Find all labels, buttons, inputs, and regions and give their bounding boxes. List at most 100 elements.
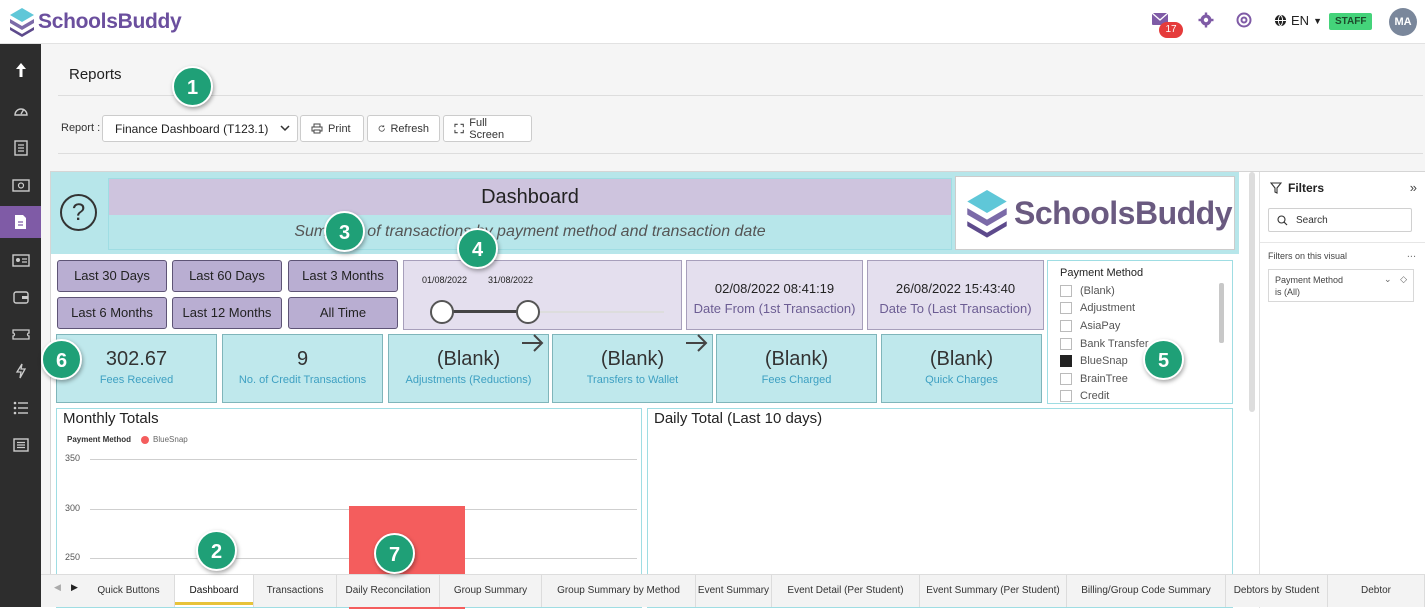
sidebar-item-up[interactable] — [0, 54, 41, 86]
checkbox[interactable] — [1060, 319, 1072, 332]
legend-title: Payment Method — [67, 435, 132, 444]
kpi-label: No. of Credit Transactions — [238, 374, 367, 386]
sidebar-item-reports[interactable] — [0, 206, 41, 238]
page-title: Reports — [69, 66, 122, 83]
date-from-card: 02/08/2022 08:41:19 Date From (1st Trans… — [686, 260, 863, 330]
search-placeholder: Search — [1296, 214, 1328, 226]
checkbox[interactable] — [1060, 284, 1072, 297]
last-60-days-button[interactable]: Last 60 Days — [172, 260, 282, 292]
language-selector[interactable]: EN ▼ — [1274, 13, 1322, 28]
last-12-months-button[interactable]: Last 12 Months — [172, 297, 282, 329]
checkbox[interactable] — [1060, 302, 1072, 315]
kpi-value: (Blank) — [764, 348, 829, 370]
payment-method-option[interactable]: Bank Transfer — [1060, 335, 1220, 353]
help-icon[interactable]: ? — [60, 194, 97, 231]
all-time-button[interactable]: All Time — [288, 297, 398, 329]
app-logo[interactable]: SchoolsBuddy — [8, 6, 182, 38]
tab-event-summary[interactable]: Event Summary — [696, 575, 772, 607]
collapse-icon[interactable]: » — [1410, 180, 1417, 195]
tab-dashboard[interactable]: Dashboard — [175, 575, 254, 607]
tab-debtor[interactable]: Debtor — [1328, 575, 1425, 607]
filters-search-input[interactable]: Search — [1268, 208, 1412, 232]
sidebar-item-tickets[interactable] — [0, 318, 41, 350]
kpi-fees-received: 302.67 Fees Received — [56, 334, 217, 403]
filters-section-label: Filters on this visual — [1268, 251, 1348, 261]
printer-icon — [311, 123, 323, 134]
payment-method-label: Adjustment — [1080, 302, 1136, 315]
checkbox[interactable] — [1060, 390, 1072, 403]
payment-method-option[interactable]: Adjustment — [1060, 300, 1220, 318]
y-tick-label: 250 — [65, 552, 81, 562]
kpi-label: Fees Charged — [761, 374, 832, 386]
search-icon — [1277, 214, 1288, 225]
arrow-right-icon[interactable] — [684, 332, 710, 354]
legend-item-bluesnap[interactable]: BlueSnap — [153, 435, 188, 444]
more-options-icon[interactable]: ... — [1407, 248, 1416, 260]
tab-billing-group-code-summary[interactable]: Billing/Group Code Summary — [1067, 575, 1226, 607]
last-3-months-button[interactable]: Last 3 Months — [288, 260, 398, 292]
slider-end-handle[interactable] — [516, 300, 540, 324]
filter-icon — [1270, 182, 1282, 194]
slider-end-date: 31/08/2022 — [488, 275, 534, 285]
chevron-down-icon[interactable]: ⌄ — [1384, 274, 1392, 284]
wallet-icon — [12, 291, 29, 304]
payment-method-option[interactable]: BrainTree — [1060, 370, 1220, 388]
tab-scroll-right-icon[interactable]: ▶ — [71, 582, 78, 593]
checkbox[interactable] — [1060, 355, 1072, 368]
tab-scroll-left-icon[interactable]: ◀ — [54, 582, 61, 593]
last-30-days-button[interactable]: Last 30 Days — [57, 260, 167, 292]
tab-transactions[interactable]: Transactions — [254, 575, 337, 607]
arrow-right-icon[interactable] — [520, 332, 546, 354]
tab-quick-buttons[interactable]: Quick Buttons — [83, 575, 175, 607]
support-icon[interactable] — [1236, 12, 1252, 28]
filter-card-payment-method[interactable]: Payment Method is (All) ⌄ ◇ — [1268, 269, 1414, 302]
payment-method-option[interactable]: AsiaPay — [1060, 317, 1220, 335]
y-tick-label: 300 — [65, 502, 81, 513]
top-bar: SchoolsBuddy 17 EN ▼ STAFF MA — [0, 0, 1425, 44]
report-icon — [15, 215, 26, 229]
payment-method-list: (Blank) Adjustment AsiaPay Bank Transfer Blu… — [1060, 282, 1220, 403]
kpi-label: Adjustments (Reductions) — [405, 374, 532, 386]
payment-method-label: (Blank) — [1080, 284, 1115, 297]
payment-method-option[interactable]: BlueSnap — [1060, 352, 1220, 370]
tab-group-summary[interactable]: Group Summary — [440, 575, 542, 607]
slicer-scrollbar[interactable] — [1219, 283, 1224, 343]
print-button[interactable]: Print — [300, 115, 364, 142]
eraser-icon[interactable]: ◇ — [1400, 274, 1407, 284]
filters-header: Filters — [1270, 181, 1324, 195]
payment-method-option[interactable]: (Blank) — [1060, 282, 1220, 300]
gear-icon[interactable] — [1198, 12, 1214, 28]
sidebar-item-wallet[interactable] — [0, 281, 41, 313]
checkbox[interactable] — [1060, 372, 1072, 385]
ticket-icon — [11, 328, 30, 340]
filters-title: Filters — [1288, 181, 1325, 195]
callout-marker: 5 — [1143, 339, 1184, 380]
sidebar-item-dashboard[interactable] — [0, 95, 41, 127]
sidebar-item-activities[interactable] — [0, 355, 41, 387]
sidebar-item-students[interactable] — [0, 244, 41, 276]
payment-method-option[interactable]: Credit — [1060, 388, 1220, 403]
sidebar-item-news[interactable] — [0, 429, 41, 461]
tab-group-summary-by-method[interactable]: Group Summary by Method — [542, 575, 696, 607]
tab-event-summary-per-student[interactable]: Event Summary (Per Student) — [920, 575, 1067, 607]
report-select-value: Finance Dashboard (T123.1) — [115, 122, 269, 136]
refresh-button[interactable]: Refresh — [367, 115, 440, 142]
role-badge: STAFF — [1329, 13, 1373, 30]
slider-start-handle[interactable] — [430, 300, 454, 324]
tab-debtors-by-student[interactable]: Debtors by Student — [1226, 575, 1328, 607]
sidebar-item-payments[interactable] — [0, 169, 41, 201]
checkbox[interactable] — [1060, 337, 1072, 350]
sidebar-item-documents[interactable] — [0, 132, 41, 164]
payment-method-label: Bank Transfer — [1080, 337, 1149, 350]
fullscreen-button[interactable]: Full Screen — [443, 115, 532, 142]
last-6-months-button[interactable]: Last 6 Months — [57, 297, 167, 329]
dashboard-title: Dashboard — [109, 179, 951, 215]
tab-daily-reconcilation[interactable]: Daily Reconcilation — [337, 575, 440, 607]
sidebar-item-lists[interactable] — [0, 392, 41, 424]
fullscreen-icon — [454, 123, 464, 134]
tab-event-detail-per-student[interactable]: Event Detail (Per Student) — [772, 575, 920, 607]
avatar[interactable]: MA — [1389, 8, 1417, 36]
report-select[interactable]: Finance Dashboard (T123.1) — [102, 115, 298, 142]
canvas-scrollbar[interactable] — [1249, 172, 1255, 412]
kpi-label: Quick Charges — [925, 374, 998, 386]
